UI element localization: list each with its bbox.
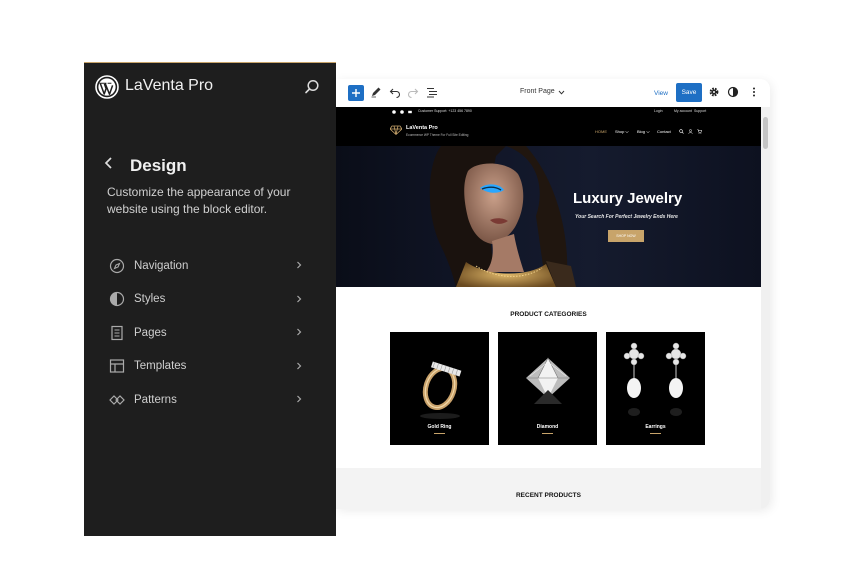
styles-icon xyxy=(109,292,125,307)
category-label: Gold Ring xyxy=(427,424,452,430)
category-card-diamond[interactable]: Diamond xyxy=(498,332,597,445)
redo-icon[interactable] xyxy=(407,86,419,98)
hero-title: Luxury Jewelry xyxy=(573,190,683,207)
brand-tagline: Ecommerce WP Theme For Full Site Editing xyxy=(406,133,469,137)
scrollbar-thumb[interactable] xyxy=(763,117,768,149)
nav-contact[interactable]: Contact xyxy=(657,129,671,134)
page-selector[interactable]: Front Page xyxy=(520,88,555,95)
topbar-contact: Customer Support: +123 456 7890 xyxy=(418,109,472,113)
brand-name[interactable]: LaVenta Pro xyxy=(406,125,438,131)
save-button[interactable]: Save xyxy=(676,83,702,102)
search-icon[interactable] xyxy=(304,79,320,95)
label-underline xyxy=(650,433,661,434)
menu-item-patterns[interactable]: Patterns xyxy=(102,383,318,417)
site-header: LaVenta Pro Ecommerce WP Theme For Full … xyxy=(336,117,761,146)
patterns-icon xyxy=(109,394,125,405)
editor-frame: Front Page View Save Customer Support: +… xyxy=(336,79,770,509)
canvas-scrollbar[interactable] xyxy=(761,107,770,509)
navigation-icon xyxy=(109,258,125,273)
site-title[interactable]: LaVenta Pro xyxy=(125,77,213,95)
section-title: Design xyxy=(130,156,187,175)
add-block-button[interactable] xyxy=(348,85,364,101)
menu-item-templates[interactable]: Templates xyxy=(102,350,318,384)
topbar-link-support[interactable]: Support xyxy=(694,109,706,113)
shop-now-button[interactable]: SHOP NOW xyxy=(608,230,644,242)
menu-item-navigation[interactable]: Navigation xyxy=(102,249,318,283)
pages-icon xyxy=(111,325,123,340)
plus-icon xyxy=(352,89,360,97)
topbar-link-login[interactable]: Login xyxy=(654,109,663,113)
templates-icon xyxy=(109,359,125,373)
site-editor-sidebar: LaVenta Pro Design Customize the appeara… xyxy=(84,62,336,536)
category-label: Earrings xyxy=(645,424,666,430)
menu-item-label: Navigation xyxy=(134,259,189,272)
categories-heading: PRODUCT CATEGORIES xyxy=(510,311,587,318)
recent-products-section: RECENT PRODUCTS xyxy=(336,468,761,509)
list-view-icon[interactable] xyxy=(426,86,438,98)
chevron-right-icon xyxy=(297,395,302,403)
diamond-logo-icon[interactable] xyxy=(390,125,402,135)
menu-item-styles[interactable]: Styles xyxy=(102,283,318,317)
search-icon[interactable] xyxy=(679,129,684,134)
editor-toolbar: Front Page View Save xyxy=(336,79,770,108)
topbar-link-my-account[interactable]: My account xyxy=(674,109,692,113)
menu-item-label: Patterns xyxy=(134,393,177,406)
chevron-down-icon xyxy=(625,130,629,133)
chevron-right-icon xyxy=(297,261,302,269)
chevron-right-icon xyxy=(297,362,302,369)
sidebar-header: LaVenta Pro xyxy=(84,63,336,111)
menu-item-label: Templates xyxy=(134,360,187,373)
earrings-image xyxy=(623,342,687,416)
chevron-down-icon[interactable] xyxy=(558,89,565,96)
category-card-earrings[interactable]: Earrings xyxy=(606,332,705,445)
twitter-icon[interactable] xyxy=(400,110,404,114)
menu-item-label: Styles xyxy=(134,293,166,306)
editor-canvas[interactable]: Customer Support: +123 456 7890 Login My… xyxy=(336,107,761,509)
cart-icon[interactable] xyxy=(697,129,702,134)
undo-icon[interactable] xyxy=(389,86,401,98)
more-options-icon[interactable] xyxy=(748,86,760,98)
design-menu: Navigation Styles Pages Templates Patter… xyxy=(102,249,318,417)
chevron-right-icon xyxy=(297,328,302,336)
view-button[interactable]: View xyxy=(654,90,668,97)
settings-gear-icon[interactable] xyxy=(708,86,720,98)
youtube-icon[interactable] xyxy=(408,110,412,114)
site-topbar: Customer Support: +123 456 7890 Login My… xyxy=(336,107,761,117)
nav-home[interactable]: HOME xyxy=(595,129,607,134)
nav-blog[interactable]: Blog xyxy=(637,129,645,134)
recent-products-heading: RECENT PRODUCTS xyxy=(515,492,581,499)
menu-item-label: Pages xyxy=(134,326,167,339)
facebook-icon[interactable] xyxy=(392,110,396,114)
nav-shop[interactable]: Shop xyxy=(615,129,624,134)
category-label: Diamond xyxy=(536,424,559,430)
hero-model-image xyxy=(429,146,576,287)
category-cards: Gold Ring Diamond Earrings xyxy=(390,332,706,445)
diamond-image xyxy=(526,357,570,404)
category-card-gold-ring[interactable]: Gold Ring xyxy=(390,332,489,445)
gold-ring-image xyxy=(420,361,462,419)
styles-toggle-icon[interactable] xyxy=(727,86,739,98)
menu-item-pages[interactable]: Pages xyxy=(102,316,318,350)
hero-banner: Luxury Jewelry Your Search For Perfect J… xyxy=(336,146,761,287)
hero-subtitle: Your Search For Perfect Jewelry Ends Her… xyxy=(575,214,678,220)
section-description: Customize the appearance of your website… xyxy=(107,185,291,216)
wordpress-logo-icon[interactable] xyxy=(95,75,119,99)
user-icon[interactable] xyxy=(688,129,693,134)
label-underline xyxy=(542,433,553,434)
back-chevron-icon[interactable] xyxy=(102,156,116,170)
chevron-right-icon xyxy=(297,295,302,302)
chevron-down-icon xyxy=(646,130,650,133)
edit-pencil-icon[interactable] xyxy=(370,86,382,98)
label-underline xyxy=(434,433,445,434)
